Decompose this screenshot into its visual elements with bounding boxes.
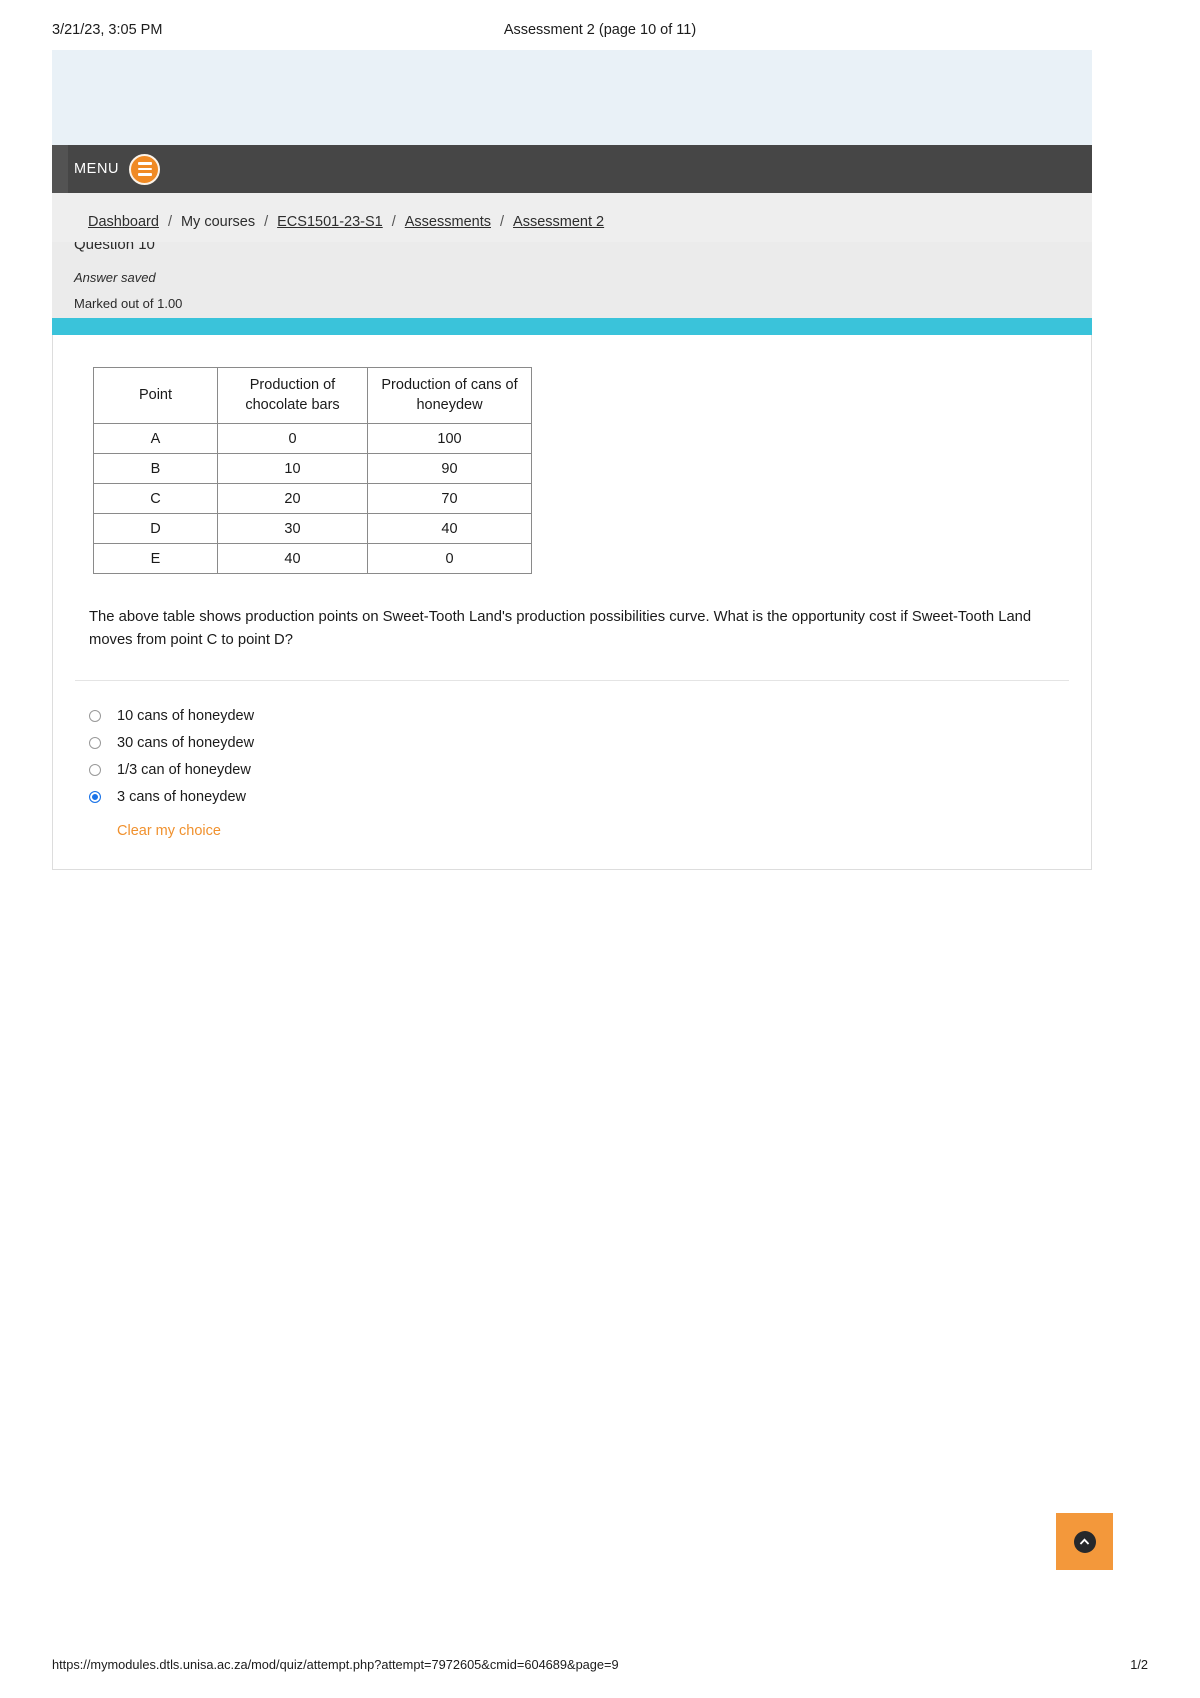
cell-chocolate: 40	[217, 543, 368, 574]
breadcrumb-item-my-courses[interactable]: My courses	[181, 214, 255, 230]
cell-honeydew: 100	[367, 423, 532, 454]
cell-honeydew: 40	[367, 513, 532, 544]
production-table: Point Production of chocolate bars Produ…	[93, 367, 532, 574]
answer-option-3[interactable]: 1/3 can of honeydew	[89, 757, 1069, 784]
answer-option-label: 3 cans of honeydew	[117, 789, 246, 806]
breadcrumb: Dashboard / My courses / ECS1501-23-S1 /…	[88, 214, 604, 230]
cell-honeydew: 90	[367, 453, 532, 484]
question-marks: Marked out of 1.00	[74, 296, 183, 311]
breadcrumb-item-assessment-2[interactable]: Assessment 2	[513, 214, 604, 230]
cell-point: D	[93, 513, 218, 544]
answer-divider	[75, 679, 1069, 681]
cell-chocolate: 30	[217, 513, 368, 544]
cell-chocolate: 0	[217, 423, 368, 454]
answer-option-label: 1/3 can of honeydew	[117, 762, 251, 779]
menu-label: MENU	[74, 161, 120, 177]
table-row: B 10 90	[93, 453, 532, 484]
print-page-number: 1/2	[1130, 1657, 1148, 1672]
cell-point: A	[93, 423, 218, 454]
cell-chocolate: 20	[217, 483, 368, 514]
print-header: 3/21/23, 3:05 PM Assessment 2 (page 10 o…	[0, 22, 1200, 44]
table-row: C 20 70	[93, 483, 532, 514]
printed-quiz-page: 3/21/23, 3:05 PM Assessment 2 (page 10 o…	[0, 0, 1200, 1698]
cell-chocolate: 10	[217, 453, 368, 484]
answer-option-label: 10 cans of honeydew	[117, 708, 255, 725]
answer-option-2[interactable]: 30 cans of honeydew	[89, 730, 1069, 757]
header-banner	[52, 50, 1092, 145]
column-header-honeydew: Production of cans of honeydew	[367, 367, 532, 424]
breadcrumb-item-dashboard[interactable]: Dashboard	[88, 214, 159, 230]
question-state: Answer saved	[74, 270, 156, 285]
accent-bar	[52, 318, 1092, 335]
question-card: Question 10 Answer saved Marked out of 1…	[52, 242, 1092, 870]
navbar: MENU	[52, 145, 1092, 193]
radio-icon[interactable]	[89, 710, 101, 723]
question-body: Point Production of chocolate bars Produ…	[52, 335, 1092, 870]
breadcrumb-separator: /	[167, 214, 172, 230]
radio-icon-selected[interactable]	[89, 791, 101, 804]
radio-icon[interactable]	[89, 737, 101, 750]
cell-point: E	[93, 543, 218, 574]
breadcrumb-item-assessments[interactable]: Assessments	[405, 214, 491, 230]
chevron-up-icon	[1073, 1530, 1096, 1553]
answer-option-label: 30 cans of honeydew	[117, 735, 255, 752]
print-url: https://mymodules.dtls.unisa.ac.za/mod/q…	[52, 1657, 619, 1672]
breadcrumb-separator: /	[264, 214, 269, 230]
answer-option-1[interactable]: 10 cans of honeydew	[89, 703, 1069, 730]
back-to-top-button[interactable]	[1056, 1513, 1113, 1570]
question-number: Question 10	[74, 242, 155, 253]
breadcrumb-separator: /	[391, 214, 396, 230]
page-shell: MENU Dashboard / My courses / ECS1501-23…	[52, 50, 1092, 251]
cell-point: B	[93, 453, 218, 484]
answer-option-4[interactable]: 3 cans of honeydew	[89, 784, 1069, 811]
cell-honeydew: 70	[367, 483, 532, 514]
column-header-point: Point	[93, 367, 218, 424]
table-row: D 30 40	[93, 513, 532, 544]
breadcrumb-item-course[interactable]: ECS1501-23-S1	[277, 214, 383, 230]
cell-honeydew: 0	[367, 543, 532, 574]
column-header-chocolate: Production of chocolate bars	[217, 367, 368, 424]
clear-my-choice-link[interactable]: Clear my choice	[117, 823, 1069, 839]
answer-options: 10 cans of honeydew 30 cans of honeydew …	[89, 703, 1069, 839]
table-header-row: Point Production of chocolate bars Produ…	[93, 367, 532, 424]
table-row: A 0 100	[93, 423, 532, 454]
question-prompt: The above table shows production points …	[89, 609, 1032, 648]
print-title: Assessment 2 (page 10 of 11)	[503, 22, 697, 38]
question-info-panel: Question 10 Answer saved Marked out of 1…	[52, 242, 1092, 318]
table-row: E 40 0	[93, 543, 532, 574]
cell-point: C	[93, 483, 218, 514]
radio-icon[interactable]	[89, 764, 101, 777]
hamburger-icon[interactable]	[129, 153, 161, 185]
breadcrumb-separator: /	[500, 214, 505, 230]
